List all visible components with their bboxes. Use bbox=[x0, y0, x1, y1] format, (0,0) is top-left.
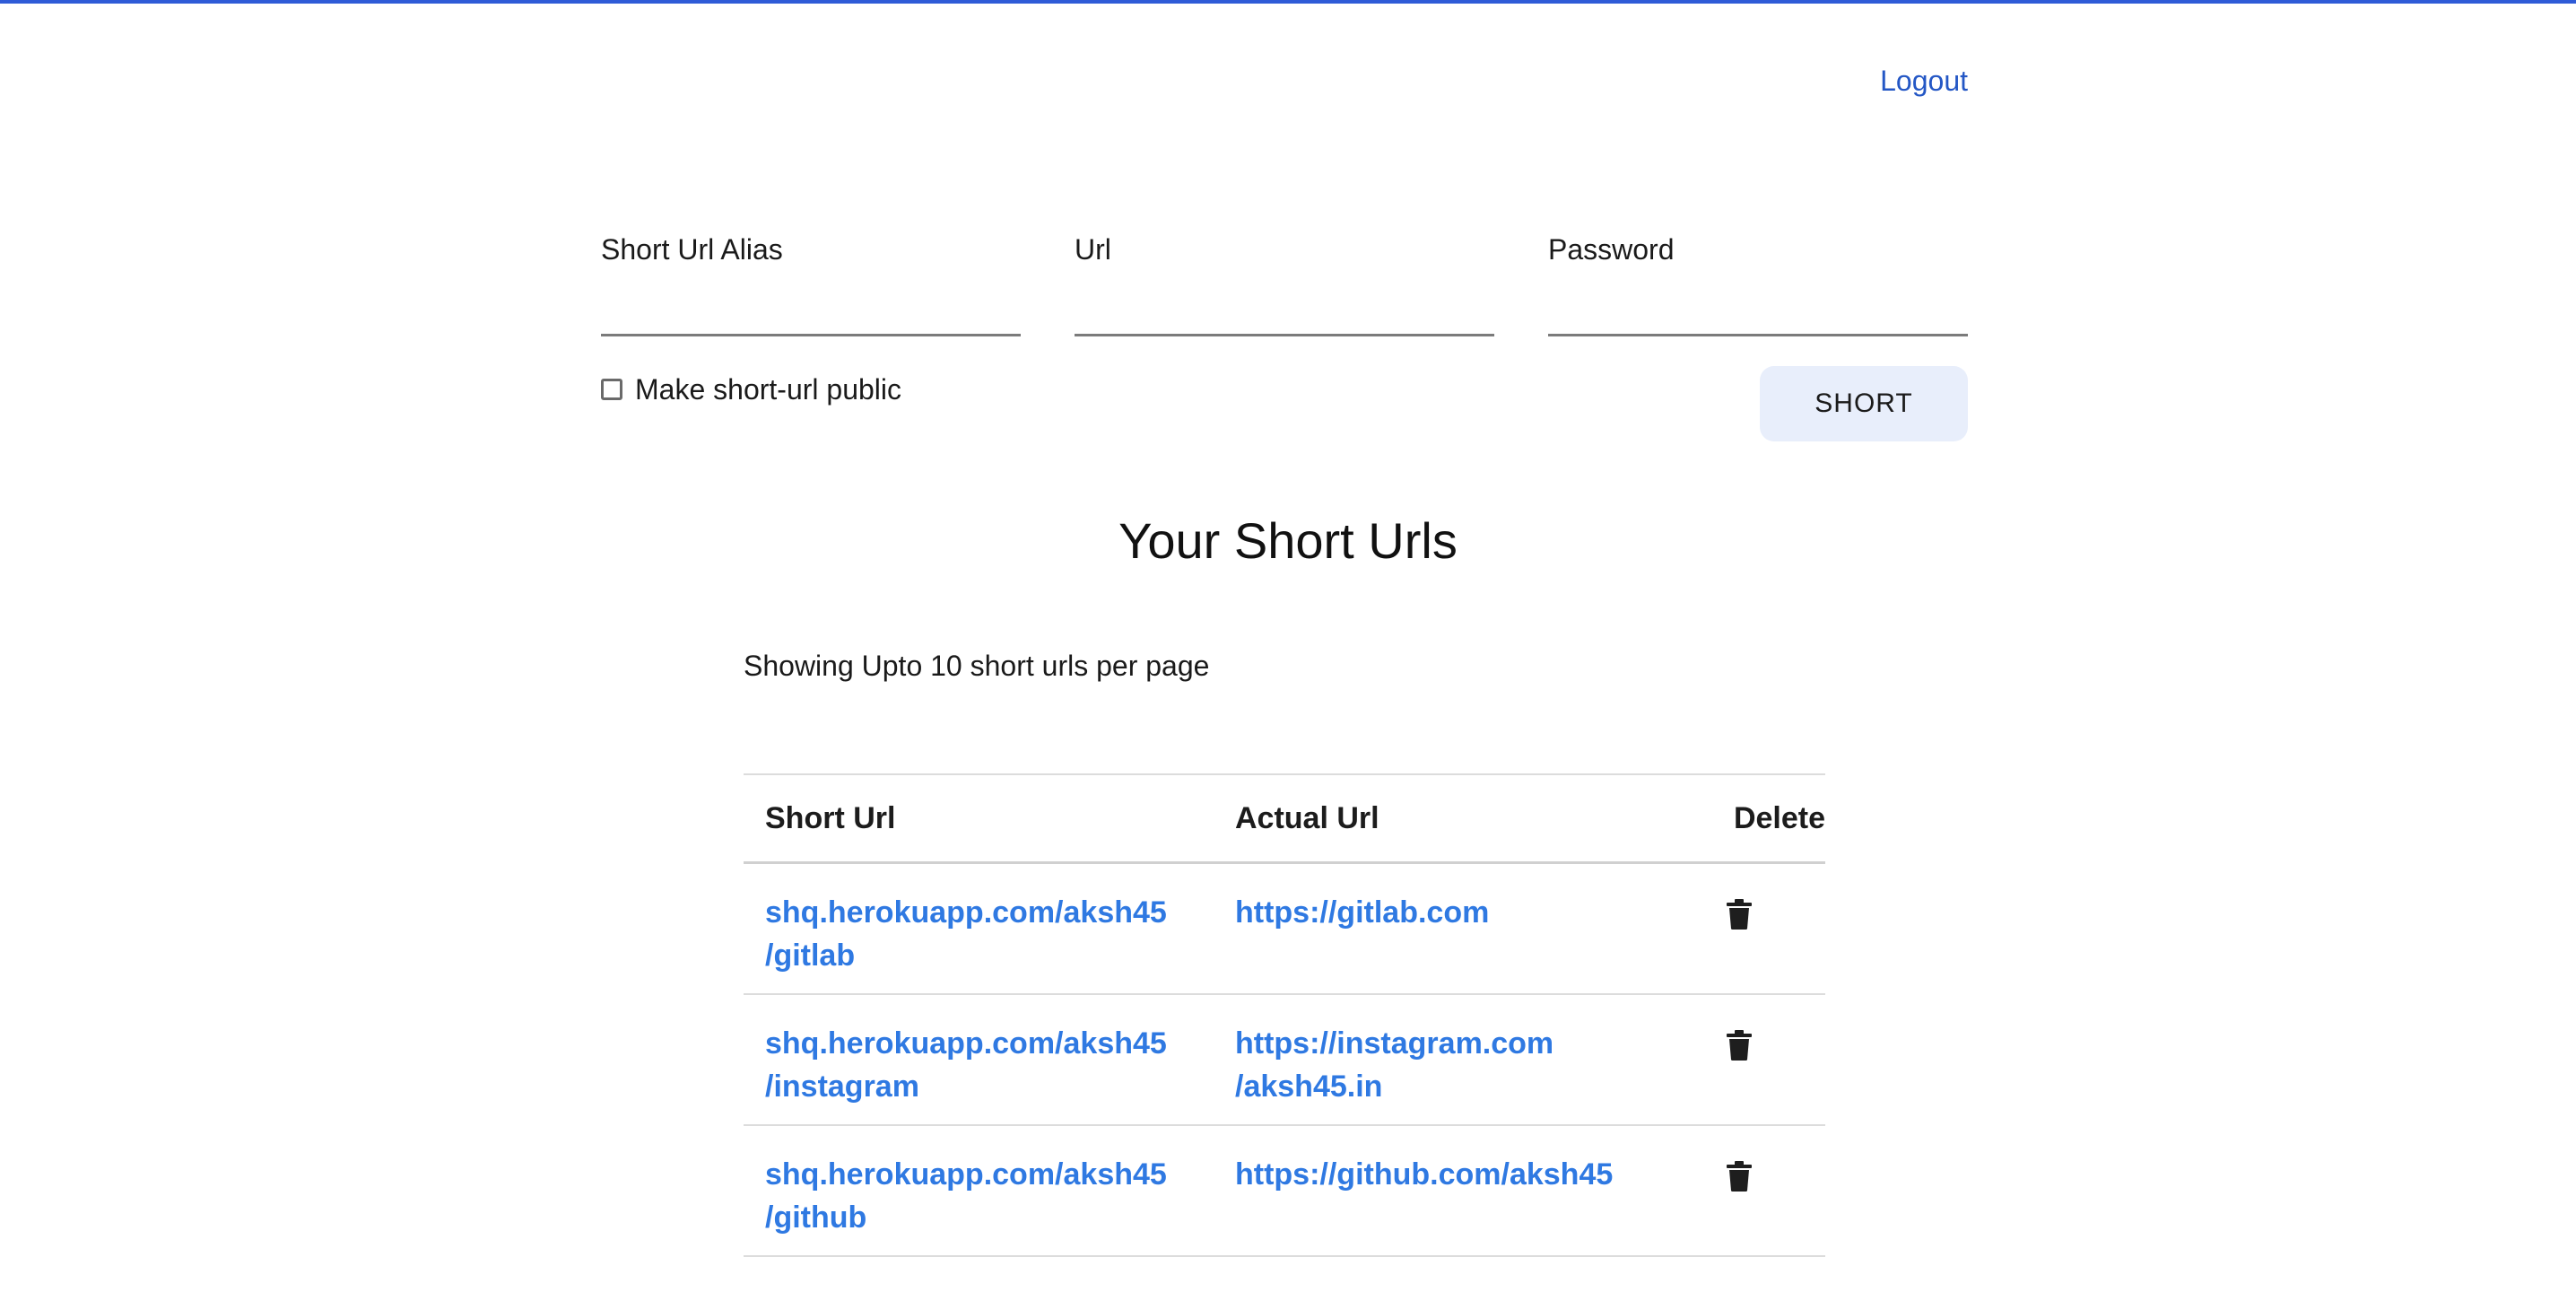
short-urls-table-container: Short Url Actual Url Delete shq.herokuap… bbox=[744, 773, 1825, 1257]
public-checkbox[interactable] bbox=[601, 379, 622, 400]
alias-input[interactable] bbox=[601, 287, 1021, 336]
short-url-text-line1: shq.herokuapp.com/aksh45 bbox=[765, 1026, 1167, 1061]
short-url-text-line1: shq.herokuapp.com/aksh45 bbox=[765, 895, 1167, 930]
public-checkbox-label[interactable]: Make short-url public bbox=[635, 373, 901, 406]
trash-icon[interactable] bbox=[1725, 898, 1754, 930]
actual-url-text-line1: https://gitlab.com bbox=[1235, 895, 1490, 930]
logout-link[interactable]: Logout bbox=[1880, 65, 1968, 98]
top-accent-line bbox=[0, 0, 2576, 4]
short-url-link[interactable]: shq.herokuapp.com/aksh45 /instagram bbox=[765, 1022, 1214, 1108]
delete-cell bbox=[1684, 994, 1825, 1125]
header-actual-url: Actual Url bbox=[1235, 800, 1379, 835]
header-short-url: Short Url bbox=[765, 800, 896, 835]
short-submit-button[interactable]: SHORT bbox=[1760, 366, 1968, 441]
actual-url-text-line2: /aksh45.in bbox=[1235, 1069, 1383, 1104]
page-title: Your Short Urls bbox=[1118, 512, 1458, 569]
password-label: Password bbox=[1548, 233, 1675, 266]
table-row: shq.herokuapp.com/aksh45 /github https:/… bbox=[744, 1125, 1825, 1256]
delete-cell bbox=[1684, 1125, 1825, 1256]
delete-cell bbox=[1684, 863, 1825, 994]
actual-url-cell: https://gitlab.com bbox=[1214, 863, 1684, 994]
pagination-info: Showing Upto 10 short urls per page bbox=[744, 650, 1210, 682]
trash-icon[interactable] bbox=[1725, 1160, 1754, 1192]
short-url-text-line2: /github bbox=[765, 1200, 867, 1235]
table-header-row: Short Url Actual Url Delete bbox=[744, 774, 1825, 863]
alias-label: Short Url Alias bbox=[601, 233, 783, 266]
short-url-text-line2: /gitlab bbox=[765, 938, 856, 973]
actual-url-text-line1: https://github.com/aksh45 bbox=[1235, 1157, 1614, 1192]
actual-url-cell: https://github.com/aksh45 bbox=[1214, 1125, 1684, 1256]
trash-icon[interactable] bbox=[1725, 1029, 1754, 1061]
actual-url-link[interactable]: https://gitlab.com bbox=[1235, 891, 1684, 934]
table-row: shq.herokuapp.com/aksh45 /instagram http… bbox=[744, 994, 1825, 1125]
short-url-link[interactable]: shq.herokuapp.com/aksh45 /github bbox=[765, 1153, 1214, 1239]
short-url-cell: shq.herokuapp.com/aksh45 /gitlab bbox=[744, 863, 1214, 994]
short-url-text-line1: shq.herokuapp.com/aksh45 bbox=[765, 1157, 1167, 1192]
short-url-cell: shq.herokuapp.com/aksh45 /github bbox=[744, 1125, 1214, 1256]
short-url-link[interactable]: shq.herokuapp.com/aksh45 /gitlab bbox=[765, 891, 1214, 977]
short-urls-table: Short Url Actual Url Delete shq.herokuap… bbox=[744, 773, 1825, 1257]
actual-url-text-line1: https://instagram.com bbox=[1235, 1026, 1554, 1061]
actual-url-cell: https://instagram.com /aksh45.in bbox=[1214, 994, 1684, 1125]
public-toggle-row: Make short-url public bbox=[601, 371, 901, 407]
url-label: Url bbox=[1075, 233, 1111, 266]
create-short-url-form: Short Url Alias Url Password Make short-… bbox=[601, 230, 1968, 445]
short-url-text-line2: /instagram bbox=[765, 1069, 919, 1104]
table-row: shq.herokuapp.com/aksh45 /gitlab https:/… bbox=[744, 863, 1825, 994]
actual-url-link[interactable]: https://github.com/aksh45 bbox=[1235, 1153, 1684, 1196]
password-input[interactable] bbox=[1548, 287, 1968, 336]
actual-url-link[interactable]: https://instagram.com /aksh45.in bbox=[1235, 1022, 1684, 1108]
header-delete: Delete bbox=[1733, 800, 1825, 835]
url-input[interactable] bbox=[1075, 287, 1494, 336]
short-url-cell: shq.herokuapp.com/aksh45 /instagram bbox=[744, 994, 1214, 1125]
